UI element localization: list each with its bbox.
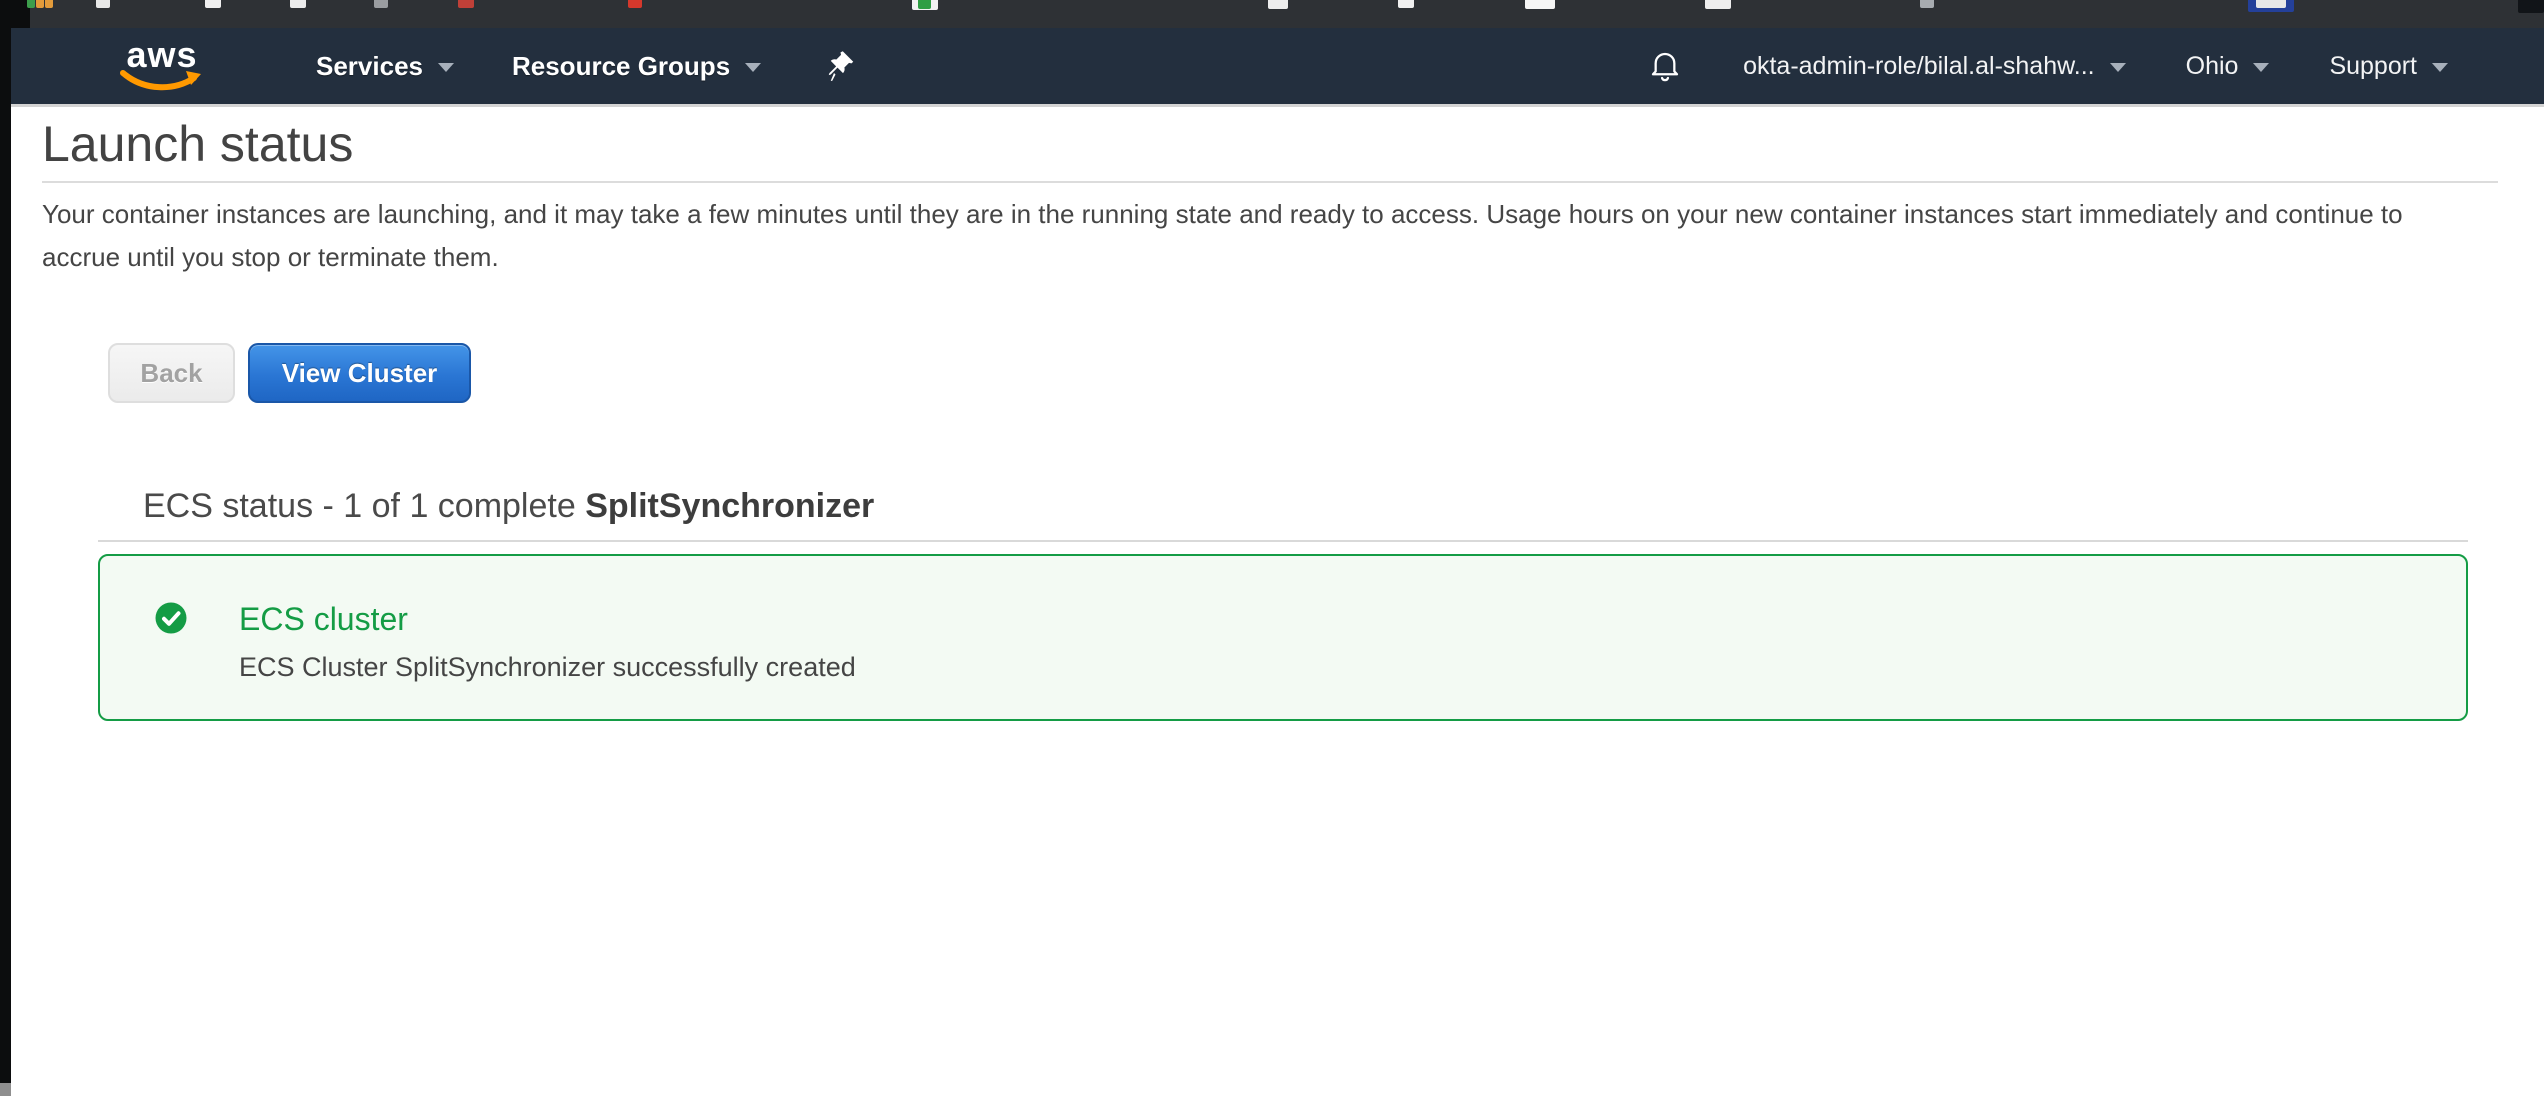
- favicon-fragment: [2256, 0, 2286, 8]
- account-label: okta-admin-role/bilal.al-shahw...: [1743, 52, 2095, 81]
- chevron-down-icon: [2253, 63, 2269, 72]
- nav-resource-groups-menu[interactable]: Resource Groups: [512, 51, 761, 82]
- chevron-down-icon: [2110, 63, 2126, 72]
- favicon-fragment: [1398, 0, 1414, 8]
- page-title: Launch status: [42, 113, 2498, 175]
- account-menu[interactable]: okta-admin-role/bilal.al-shahw...: [1743, 52, 2126, 81]
- card-title: ECS cluster: [239, 602, 856, 636]
- aws-logo-text: aws: [126, 40, 197, 70]
- ecs-cluster-success-card: ECS cluster ECS Cluster SplitSynchronize…: [98, 554, 2468, 721]
- region-menu[interactable]: Ohio: [2186, 52, 2270, 81]
- main-content: Launch status Your container instances a…: [0, 113, 2544, 721]
- ecs-status-heading: ECS status - 1 of 1 complete SplitSynchr…: [98, 487, 2468, 526]
- favicon-fragment: [2518, 0, 2544, 13]
- bell-icon: [1649, 48, 1681, 84]
- favicon-fragment: [1268, 0, 1288, 9]
- favicon-fragment: [36, 0, 44, 8]
- view-cluster-button[interactable]: View Cluster: [248, 343, 471, 403]
- chevron-down-icon: [745, 63, 761, 72]
- favicon-fragment: [374, 0, 388, 8]
- ecs-status-section: ECS status - 1 of 1 complete SplitSynchr…: [98, 487, 2468, 721]
- card-text-group: ECS cluster ECS Cluster SplitSynchronize…: [239, 602, 856, 683]
- favicon-fragment: [1525, 0, 1555, 9]
- favicon-fragment: [205, 0, 221, 8]
- favicon-fragment: [1920, 0, 1934, 8]
- ecs-status-divider: [98, 540, 2468, 542]
- ecs-status-cluster-name: SplitSynchronizer: [585, 487, 874, 525]
- success-check-icon: [155, 602, 187, 634]
- favicon-fragment: [1705, 0, 1731, 9]
- page-description: Your container instances are launching, …: [42, 193, 2482, 279]
- chevron-down-icon: [438, 63, 454, 72]
- aws-navbar: aws Services Resource Groups: [0, 28, 2544, 107]
- favicon-fragment: [628, 0, 642, 8]
- card-message: ECS Cluster SplitSynchronizer successful…: [239, 652, 856, 683]
- navbar-right-group: okta-admin-role/bilal.al-shahw... Ohio S…: [1649, 48, 2448, 84]
- favicon-fragment: [96, 0, 110, 8]
- browser-tab-strip: [0, 0, 2544, 28]
- pushpin-icon: [825, 49, 855, 83]
- favicon-fragment: [458, 0, 474, 8]
- favicon-strip: [0, 0, 2544, 28]
- aws-smile-icon: [120, 70, 204, 92]
- aws-logo[interactable]: aws: [120, 40, 204, 92]
- chevron-down-icon: [2432, 63, 2448, 72]
- screenshot-left-edge: [0, 0, 11, 1083]
- screenshot-left-edge-bottom: [0, 1083, 11, 1096]
- back-button[interactable]: Back: [108, 343, 235, 403]
- title-divider: [42, 181, 2498, 183]
- ecs-status-heading-text: ECS status - 1 of 1 complete: [143, 487, 585, 525]
- nav-services-menu[interactable]: Services: [316, 51, 454, 82]
- support-label: Support: [2329, 52, 2417, 81]
- region-label: Ohio: [2186, 52, 2239, 81]
- favicon-fragment: [45, 0, 53, 8]
- favicon-fragment: [290, 0, 306, 8]
- wizard-button-row: Back View Cluster: [108, 343, 2498, 403]
- nav-resource-groups-label: Resource Groups: [512, 51, 730, 82]
- pin-shortcut-button[interactable]: [825, 49, 855, 83]
- favicon-fragment: [918, 0, 931, 9]
- nav-services-label: Services: [316, 51, 423, 82]
- support-menu[interactable]: Support: [2329, 52, 2448, 81]
- notifications-button[interactable]: [1649, 48, 1681, 84]
- favicon-fragment: [27, 0, 35, 8]
